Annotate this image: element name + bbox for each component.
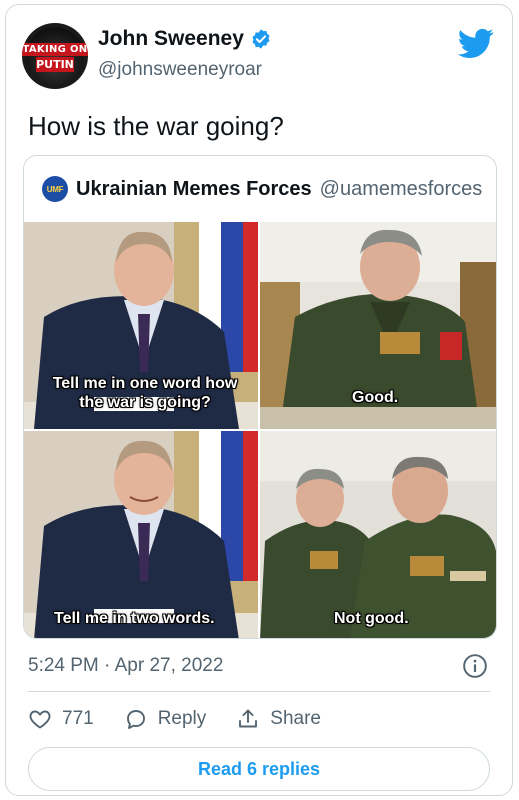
quoted-author-handle[interactable]: @uamemesforces [320, 178, 483, 201]
twitter-bird-icon[interactable] [458, 25, 494, 61]
meme-caption-bottom-left: Tell me in two words. [54, 610, 215, 627]
engagement-bar: 771 Reply Share [28, 707, 351, 731]
like-count: 771 [62, 708, 94, 729]
panel-illustration [24, 431, 258, 638]
meme-caption-top-left: Tell me in one word how the war is going… [52, 375, 238, 411]
meme-caption-top-right: Good. [352, 389, 399, 406]
author-name-row[interactable]: John Sweeney [98, 27, 272, 51]
reply-bubble-icon [126, 710, 145, 729]
divider [28, 691, 490, 692]
verified-badge-icon [252, 29, 270, 49]
tweet-card: TAKING ON PUTIN John Sweeney @johnsweene… [5, 4, 513, 796]
share-label: Share [270, 708, 321, 729]
meme-image[interactable]: Tell me in one word how the war is going… [24, 222, 496, 638]
share-button[interactable]: Share [236, 707, 321, 731]
meme-panel-top-left: Tell me in one word how the war is going… [24, 222, 258, 429]
author-avatar[interactable]: TAKING ON PUTIN [22, 23, 88, 89]
avatar-text-top: TAKING ON [22, 43, 88, 56]
quoted-tweet[interactable]: UMF Ukrainian Memes Forces @uamemesforce… [23, 155, 497, 639]
meme-panel-bottom-right: Not good. [260, 431, 496, 638]
meme-panel-top-right: Good. [260, 222, 496, 429]
tweet-text: How is the war going? [28, 111, 284, 141]
reply-label: Reply [157, 708, 207, 729]
tweet-timestamp[interactable]: 5:24 PM · Apr 27, 2022 [28, 655, 223, 677]
like-button[interactable]: 771 [28, 707, 94, 731]
quoted-author-avatar[interactable]: UMF [42, 176, 68, 202]
meme-panel-bottom-left: Tell me in two words. [24, 431, 258, 638]
info-icon[interactable] [462, 653, 488, 679]
author-handle[interactable]: @johnsweeneyroar [98, 59, 262, 81]
panel-illustration [260, 431, 496, 638]
reply-button[interactable]: Reply [124, 707, 207, 731]
read-replies-button[interactable]: Read 6 replies [28, 747, 490, 791]
heart-icon [29, 710, 51, 729]
meme-caption-bottom-right: Not good. [334, 610, 409, 627]
avatar-text-bottom: PUTIN [36, 57, 74, 72]
author-name[interactable]: John Sweeney [98, 27, 244, 51]
quoted-author-name[interactable]: Ukrainian Memes Forces [76, 178, 312, 201]
share-icon [239, 709, 258, 728]
quoted-tweet-header: UMF Ukrainian Memes Forces @uamemesforce… [42, 176, 482, 202]
